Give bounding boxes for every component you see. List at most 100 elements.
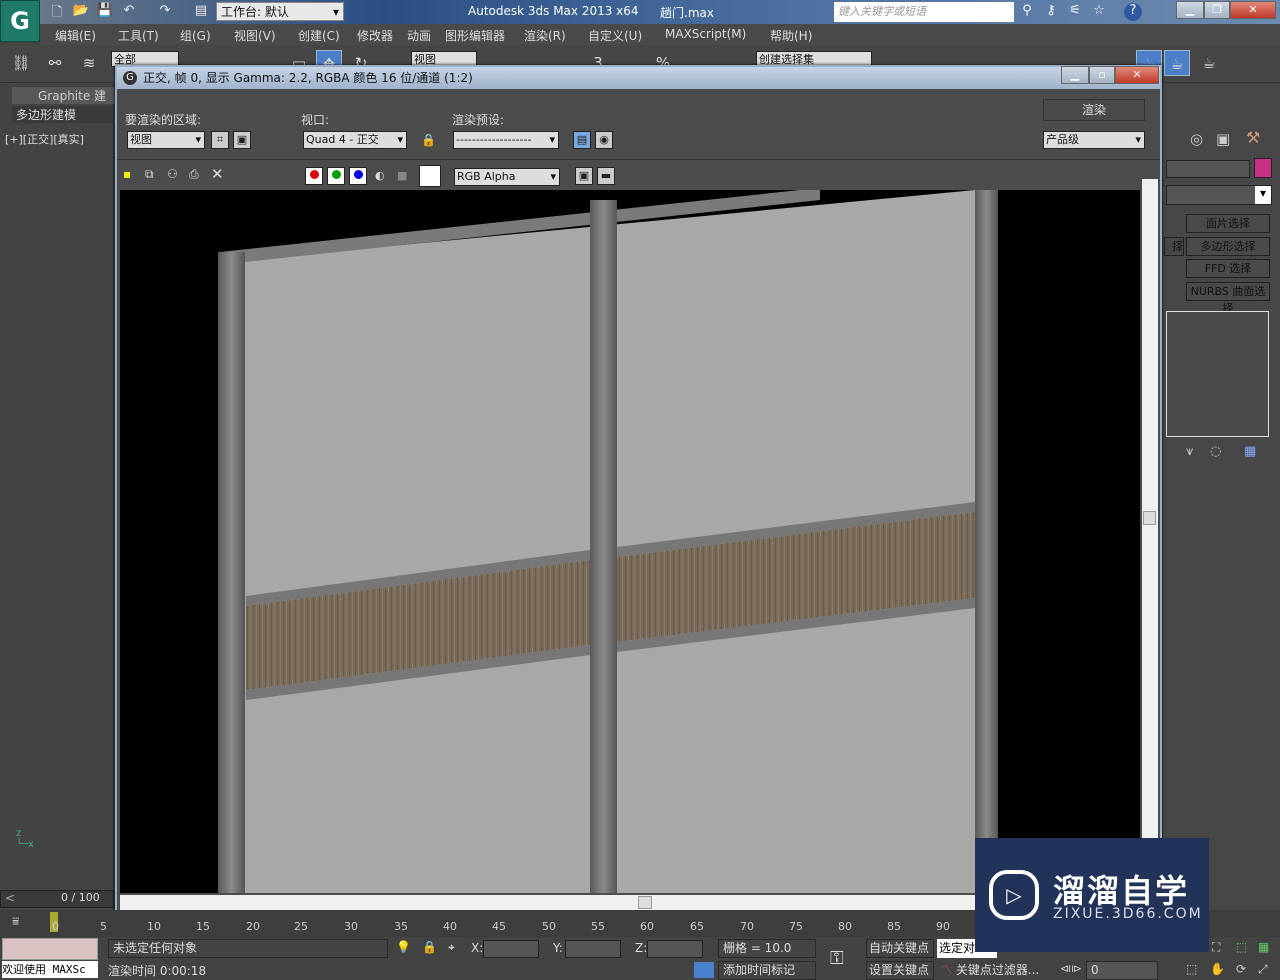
bind-space-warp-icon[interactable]: ≋	[76, 50, 102, 76]
zoom-all-icon[interactable]: ⬚	[1236, 940, 1247, 954]
menu-edit[interactable]: 编辑(E)	[55, 27, 96, 44]
print-icon[interactable]: ⎙	[189, 167, 199, 182]
minimize-button[interactable]: ▁	[1176, 1, 1204, 19]
toggle-ui-icon[interactable]: ▬	[597, 167, 615, 185]
zoom-region-icon[interactable]: ⬚	[1186, 962, 1197, 976]
star-icon[interactable]: ☆	[1090, 3, 1108, 21]
link-icon[interactable]: ⛓	[8, 50, 34, 76]
object-color-swatch[interactable]	[1254, 158, 1272, 178]
workspace-dropdown[interactable]: 工作台: 默认 ▾	[216, 2, 344, 21]
clone-window-icon[interactable]: ⚇	[167, 167, 178, 181]
vertical-scrollbar[interactable]	[1142, 179, 1158, 895]
menu-rendering[interactable]: 渲染(R)	[524, 27, 566, 44]
add-time-tag[interactable]: 添加时间标记	[718, 961, 816, 980]
channel-dropdown[interactable]: RGB Alpha ▾	[454, 168, 560, 186]
selection-lock-icon[interactable]: 🔒	[422, 940, 437, 954]
red-channel-toggle[interactable]	[305, 167, 323, 185]
menu-graph-editors[interactable]: 图形编辑器	[445, 27, 505, 44]
save-icon[interactable]: 💾	[96, 3, 114, 21]
toggle-ui-overlay-icon[interactable]: ▣	[575, 167, 593, 185]
absolute-mode-icon[interactable]: ⌖	[448, 940, 455, 955]
viewport-dropdown[interactable]: Quad 4 - 正交 ▾	[303, 131, 407, 149]
satellite-icon[interactable]: ⚟	[1066, 3, 1084, 21]
ffd-select-button[interactable]: FFD 选择	[1186, 259, 1270, 278]
object-name-field[interactable]	[1166, 160, 1250, 178]
key-filters-button[interactable]: 〽 关键点过滤器...	[940, 961, 1039, 978]
undo-icon[interactable]: ↶	[120, 3, 138, 21]
unlink-icon[interactable]: ⚯	[42, 50, 68, 76]
search-input[interactable]: 键入关键字或短语	[834, 2, 1014, 22]
menu-group[interactable]: 组(G)	[180, 27, 211, 44]
render-production-teapot-icon[interactable]: ☕	[1196, 50, 1222, 76]
graphite-ribbon-tab[interactable]: Graphite 建模	[12, 87, 116, 120]
utilities-hammer-icon[interactable]: ⚒	[1246, 128, 1260, 147]
set-key-icon[interactable]: ⚿	[830, 948, 844, 969]
project-folder-icon[interactable]: ▤	[192, 3, 210, 21]
close-button[interactable]: ✕	[1230, 1, 1276, 19]
poly-select-button[interactable]: 多边形选择	[1186, 237, 1270, 256]
render-button[interactable]: 渲染	[1043, 99, 1145, 121]
z-coordinate-input[interactable]	[647, 940, 703, 958]
environment-icon[interactable]: ◉	[595, 131, 613, 149]
auto-region-icon[interactable]: ▣	[233, 131, 251, 149]
lock-icon[interactable]: 🔒	[421, 133, 436, 147]
render-close-button[interactable]: ✕	[1115, 66, 1159, 84]
color-swatch[interactable]	[419, 165, 441, 187]
help-icon[interactable]: ?	[1124, 3, 1142, 21]
viewport-label[interactable]: [+][正交][真实]	[5, 131, 84, 147]
open-file-icon[interactable]: 📂	[72, 3, 90, 21]
key-icon[interactable]: ⚷	[1042, 3, 1060, 21]
curve-editor-icon[interactable]: ⩸	[12, 914, 19, 929]
modifier-list-dropdown[interactable]: ▾	[1166, 185, 1272, 205]
menu-view[interactable]: 视图(V)	[234, 27, 276, 44]
configure-sets-icon[interactable]: ▦	[1244, 444, 1256, 459]
app-logo-icon[interactable]: G	[0, 0, 40, 42]
display-tab-icon[interactable]: ▣	[1216, 130, 1230, 148]
zoom-extents-icon[interactable]: ⛶	[1212, 940, 1220, 955]
zoom-extents-all-icon[interactable]: ▦	[1258, 940, 1269, 954]
time-tag-icon[interactable]	[694, 962, 714, 978]
maxscript-listener-pink[interactable]	[2, 938, 98, 960]
set-key-button[interactable]: 设置关键点	[866, 961, 934, 980]
auto-key-button[interactable]: 自动关键点	[866, 939, 934, 958]
rendered-frame-teapot-icon[interactable]: ☕	[1164, 50, 1190, 76]
edit-region-icon[interactable]: ⌗	[211, 131, 229, 149]
monochrome-icon[interactable]: ■	[397, 169, 407, 182]
blue-channel-toggle[interactable]	[349, 167, 367, 185]
redo-icon[interactable]: ↷	[156, 3, 174, 21]
menu-animation[interactable]: 动画	[407, 27, 431, 44]
pan-hand-icon[interactable]: ✋	[1210, 962, 1225, 976]
x-coordinate-input[interactable]	[483, 940, 539, 958]
menu-tools[interactable]: 工具(T)	[118, 27, 159, 44]
menu-maxscript[interactable]: MAXScript(M)	[665, 27, 746, 41]
patch-select-button[interactable]: 面片选择	[1186, 214, 1270, 233]
restore-button[interactable]: ❐	[1204, 1, 1230, 19]
green-channel-toggle[interactable]	[327, 167, 345, 185]
orbit-icon[interactable]: ⟳	[1236, 962, 1246, 976]
partial-select-button[interactable]: 择	[1164, 237, 1184, 256]
time-slider[interactable]: <0 / 100	[0, 890, 114, 908]
clear-icon[interactable]: ✕	[211, 165, 224, 183]
quality-dropdown[interactable]: 产品级 ▾	[1043, 131, 1145, 149]
new-file-icon[interactable]: 🗋	[48, 3, 66, 21]
binoculars-icon[interactable]: ⚲	[1018, 3, 1036, 21]
y-coordinate-input[interactable]	[565, 940, 621, 958]
preset-dropdown[interactable]: ------------------- ▾	[453, 131, 559, 149]
render-maximize-button[interactable]: ▫	[1089, 66, 1115, 84]
key-mode-toggle-icon[interactable]: ⧏⧐	[1060, 962, 1082, 975]
area-dropdown[interactable]: 视图 ▾	[127, 131, 205, 149]
isolate-bulb-icon[interactable]: 💡	[396, 940, 411, 954]
save-image-icon[interactable]: ▪	[123, 167, 131, 181]
menu-help[interactable]: 帮助(H)	[770, 27, 812, 44]
polygon-modeling-tab[interactable]: 多边形建模	[12, 106, 114, 123]
maximize-viewport-icon[interactable]: ⤢	[1258, 962, 1268, 977]
modifier-stack-list[interactable]	[1166, 311, 1269, 437]
menu-customize[interactable]: 自定义(U)	[588, 27, 642, 44]
motion-tab-icon[interactable]: ◎	[1190, 130, 1203, 148]
render-setup-icon[interactable]: ▤	[573, 131, 591, 149]
copy-image-icon[interactable]: ⧉	[145, 167, 154, 182]
show-end-result-icon[interactable]: ◌	[1210, 444, 1221, 459]
nurbs-surface-select-button[interactable]: NURBS 曲面选择	[1186, 282, 1270, 315]
maxscript-mini-listener[interactable]: 欢迎使用 MAXSc	[2, 961, 98, 978]
pin-stack-icon[interactable]: ⩛	[1186, 444, 1193, 459]
